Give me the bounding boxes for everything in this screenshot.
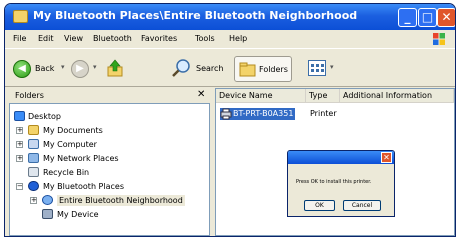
menu-file[interactable]: File <box>13 34 26 43</box>
dialog-title-bar[interactable] <box>288 151 394 164</box>
toolbar: ◀ Back ▾ ▶ ▾ Search Folders ▾ <box>5 48 455 87</box>
menu-edit[interactable]: Edit <box>38 34 54 43</box>
bluetooth-icon <box>28 181 39 191</box>
tree-item-my-bluetooth-places[interactable]: My Bluetooth Places <box>43 182 124 191</box>
tree-item-my-device[interactable]: My Device <box>57 210 99 219</box>
network-icon <box>28 153 39 163</box>
tree-item-entire-bluetooth-neighborhood[interactable]: Entire Bluetooth Neighborhood <box>57 195 185 206</box>
folders-pane-title: Folders <box>15 91 44 100</box>
window-title: My Bluetooth Places\Entire Bluetooth Nei… <box>33 9 358 22</box>
desktop-icon <box>14 111 25 121</box>
device-icon <box>42 209 53 219</box>
folders-button[interactable]: Folders <box>234 56 292 82</box>
column-type[interactable]: Type <box>306 89 340 103</box>
device-name: BT-PRT-B0A351 <box>233 109 294 118</box>
dialog-message: Press OK to install this printer. <box>296 179 372 185</box>
expand-icon[interactable]: + <box>16 127 23 134</box>
windows-logo-icon <box>433 33 445 45</box>
forward-dropdown-icon[interactable]: ▾ <box>93 63 97 71</box>
collapse-icon[interactable]: − <box>16 183 23 190</box>
close-pane-icon[interactable]: ✕ <box>197 89 205 100</box>
folder-tree: Desktop + My Documents + My Computer + M… <box>9 103 210 236</box>
tree-item-my-computer[interactable]: My Computer <box>43 140 97 149</box>
menu-tools[interactable]: Tools <box>195 34 215 43</box>
close-button[interactable]: ✕ <box>437 8 455 27</box>
back-button[interactable]: Back <box>35 64 54 73</box>
back-arrow-icon[interactable]: ◀ <box>13 60 31 78</box>
menu-favorites[interactable]: Favorites <box>141 34 177 43</box>
expand-icon[interactable]: + <box>16 155 23 162</box>
up-folder-icon[interactable] <box>107 59 123 77</box>
title-bar[interactable]: My Bluetooth Places\Entire Bluetooth Nei… <box>5 4 455 30</box>
folders-icon <box>239 62 256 77</box>
expand-icon[interactable]: + <box>30 197 37 204</box>
explorer-window: My Bluetooth Places\Entire Bluetooth Nei… <box>4 3 456 237</box>
menu-help[interactable]: Help <box>229 34 247 43</box>
neighborhood-icon <box>42 195 53 205</box>
column-device-name[interactable]: Device Name <box>216 89 306 103</box>
expand-icon[interactable]: + <box>16 141 23 148</box>
device-type: Printer <box>310 109 337 118</box>
minimize-button[interactable]: _ <box>398 8 417 27</box>
folder-icon <box>13 10 28 23</box>
ok-button[interactable]: OK <box>304 200 335 211</box>
tree-item-my-documents[interactable]: My Documents <box>43 126 103 135</box>
forward-arrow-icon[interactable]: ▶ <box>71 60 89 78</box>
cancel-button[interactable]: Cancel <box>343 200 381 211</box>
folder-icon <box>28 125 39 135</box>
views-dropdown-icon[interactable]: ▾ <box>330 63 334 71</box>
menu-bar: File Edit View Bluetooth Favorites Tools… <box>5 30 455 48</box>
folders-pane-header: Folders ✕ <box>9 88 210 103</box>
menu-bluetooth[interactable]: Bluetooth <box>93 34 132 43</box>
maximize-button[interactable]: □ <box>418 8 437 27</box>
folders-label: Folders <box>259 65 288 74</box>
computer-icon <box>28 139 39 149</box>
back-dropdown-icon[interactable]: ▾ <box>61 63 65 71</box>
menu-view[interactable]: View <box>64 34 83 43</box>
search-button[interactable]: Search <box>196 64 223 73</box>
tree-item-recycle-bin[interactable]: Recycle Bin <box>43 168 89 177</box>
printer-icon <box>220 108 232 120</box>
recycle-bin-icon <box>28 167 39 177</box>
search-icon[interactable] <box>171 58 193 78</box>
tree-item-my-network-places[interactable]: My Network Places <box>43 154 119 163</box>
column-additional-information[interactable]: Additional Information <box>340 89 454 103</box>
install-printer-dialog: ✕ Press OK to install this printer. OK C… <box>287 150 395 217</box>
views-icon[interactable] <box>308 60 326 76</box>
dialog-close-button[interactable]: ✕ <box>381 152 392 163</box>
tree-item-desktop[interactable]: Desktop <box>28 112 61 121</box>
